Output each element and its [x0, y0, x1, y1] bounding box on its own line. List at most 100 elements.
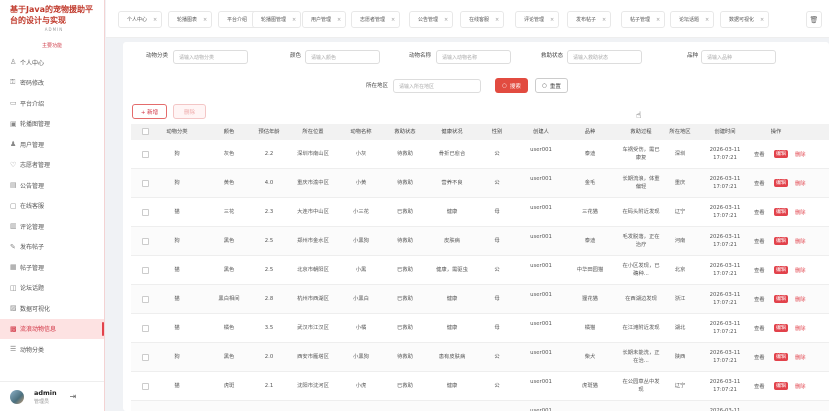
table-row[interactable]: 狗 黄色 4.0 重庆市渝中区 小黄 待救助 营养不良 公 user001 金毛 长期流浪，体重偏轻…	[131, 169, 829, 198]
tab-3[interactable]: 轮播图管理 ×	[252, 11, 302, 28]
edit-button[interactable]: 编辑	[774, 382, 789, 390]
table-row[interactable]: 狗 黑色 2.5 郑州市金水区 小黑狗 待救助 皮肤病 母 user001 泰迪 毛发脱落，正在治疗…	[131, 227, 829, 256]
view-button[interactable]: 查看	[754, 150, 765, 158]
edit-button[interactable]: 编辑	[774, 208, 789, 216]
view-button[interactable]: 查看	[754, 382, 765, 390]
edit-button[interactable]: 编辑	[774, 150, 789, 158]
tab-0[interactable]: 个人中心 ×	[118, 11, 163, 28]
add-button[interactable]: + 新增	[132, 104, 167, 119]
column-header[interactable]: 所在位置	[294, 128, 332, 136]
row-checkbox[interactable]	[142, 238, 149, 245]
avatar[interactable]	[10, 389, 24, 404]
view-button[interactable]: 查看	[754, 266, 765, 274]
close-icon[interactable]: ×	[203, 17, 207, 23]
row-checkbox[interactable]	[142, 180, 149, 187]
batch-delete-button[interactable]: 删除	[173, 104, 206, 119]
tab-10[interactable]: 帖子管理 ×	[621, 11, 666, 28]
tab-7[interactable]: 在线客服 ×	[460, 11, 505, 28]
column-header[interactable]: 性别	[485, 128, 509, 136]
sidebar-item-1[interactable]: ⚿ 密码修改	[0, 73, 104, 94]
table-row[interactable]: 狗棕色3.5南昌市东湖区老棕狗待救助白内障母user001腊犬年老，视力下降江西…	[131, 401, 829, 411]
delete-button[interactable]: 删除	[795, 295, 806, 303]
close-icon[interactable]: ×	[292, 17, 296, 23]
delete-button[interactable]: 删除	[795, 237, 806, 245]
close-icon[interactable]: ×	[391, 17, 395, 23]
column-header[interactable]: 创建人	[524, 128, 558, 136]
view-button[interactable]: 查看	[754, 295, 765, 303]
close-icon[interactable]: ×	[550, 17, 554, 23]
row-checkbox[interactable]	[142, 209, 149, 216]
edit-button[interactable]: 编辑	[774, 237, 789, 245]
column-header[interactable]: 颜色	[212, 128, 246, 136]
column-header[interactable]: 创建时间	[704, 128, 746, 136]
row-checkbox[interactable]	[142, 151, 149, 158]
close-icon[interactable]: ×	[153, 17, 157, 23]
table-row[interactable]: 狗 黑色 2.0 西安市雁塔区 小黑狗 待救助 患有皮肤病 公 user001 柴犬 长期未能洗，正…	[131, 343, 829, 372]
table-row[interactable]: 猫 三花 2.3 大连市中山区 小三花 已救助 健康 母 user001 三花猫 在码头附近发现 辽宁…	[131, 198, 829, 227]
row-checkbox[interactable]	[142, 383, 149, 390]
column-header[interactable]: 健康状况	[430, 128, 474, 136]
trash-icon[interactable]: 🗑	[806, 11, 822, 28]
table-row[interactable]: 猫 黑白相间 2.8 杭州市西湖区 小黑白 已救助 健康 母 user001 狸花猫 在西湖边发现 浙…	[131, 285, 829, 314]
row-checkbox[interactable]	[142, 354, 149, 361]
column-header[interactable]: 救助过程	[620, 128, 662, 136]
sidebar-item-2[interactable]: ▭ 平台介绍	[0, 93, 104, 114]
logout-icon[interactable]: ⇥	[70, 392, 77, 401]
row-checkbox[interactable]	[142, 267, 149, 274]
sidebar-item-11[interactable]: ◫ 论坛话题	[0, 278, 104, 299]
close-icon[interactable]: ×	[705, 17, 709, 23]
edit-button[interactable]: 编辑	[774, 353, 789, 361]
column-header[interactable]: 操作	[761, 128, 791, 136]
sidebar-item-9[interactable]: ✎ 发布帖子	[0, 237, 104, 258]
tab-1[interactable]: 轮播图表 ×	[168, 11, 213, 28]
tab-11[interactable]: 论坛话题 ×	[670, 11, 715, 28]
color-input[interactable]: 请输入颜色	[305, 50, 380, 64]
delete-button[interactable]: 删除	[795, 179, 806, 187]
delete-button[interactable]: 删除	[795, 353, 806, 361]
sidebar-item-12[interactable]: ▨ 数据可视化	[0, 298, 104, 319]
search-button[interactable]: ○ 搜索	[495, 78, 528, 93]
edit-button[interactable]: 编辑	[774, 179, 789, 187]
view-button[interactable]: 查看	[754, 237, 765, 245]
column-header[interactable]: 品种	[572, 128, 608, 136]
name-input[interactable]: 请输入动物名称	[436, 50, 511, 64]
reset-button[interactable]: ○ 重置	[535, 78, 568, 93]
table-row[interactable]: 猫 黑色 2.5 北京市朝阳区 小黑 已救助 健康，需驱虫 公 user001 中华田园猫 在小区发…	[131, 256, 829, 285]
close-icon[interactable]: ×	[495, 17, 499, 23]
tab-5[interactable]: 志愿者管理 ×	[351, 11, 401, 28]
status-input[interactable]: 请输入救助状态	[567, 50, 642, 64]
tab-6[interactable]: 公告管理 ×	[409, 11, 454, 28]
close-icon[interactable]: ×	[444, 17, 448, 23]
delete-button[interactable]: 删除	[795, 382, 806, 390]
row-checkbox[interactable]	[142, 325, 149, 332]
column-header[interactable]: 所在地区	[666, 128, 694, 136]
select-all-checkbox[interactable]	[142, 128, 149, 135]
delete-button[interactable]: 删除	[795, 208, 806, 216]
column-header[interactable]: 动物名称	[345, 128, 377, 136]
column-header[interactable]: 动物分类	[162, 128, 192, 136]
view-button[interactable]: 查看	[754, 179, 765, 187]
tab-9[interactable]: 发布帖子 ×	[567, 11, 612, 28]
column-header[interactable]: 预估年龄	[255, 128, 283, 136]
row-checkbox[interactable]	[142, 296, 149, 303]
close-icon[interactable]: ×	[602, 17, 606, 23]
sidebar-item-14[interactable]: ☰ 动物分类	[0, 339, 104, 360]
tab-4[interactable]: 用户管理 ×	[302, 11, 347, 28]
sidebar-item-3[interactable]: ▣ 轮播图管理	[0, 114, 104, 135]
close-icon[interactable]: ×	[656, 17, 660, 23]
breed-input[interactable]: 请输入品种	[701, 50, 776, 64]
edit-button[interactable]: 编辑	[774, 295, 789, 303]
close-icon[interactable]: ×	[337, 17, 341, 23]
edit-button[interactable]: 编辑	[774, 324, 789, 332]
sidebar-item-4[interactable]: ♟ 用户管理	[0, 134, 104, 155]
region-input[interactable]: 请输入所在地区	[393, 79, 481, 93]
sidebar-item-0[interactable]: ♙ 个人中心	[0, 52, 104, 73]
sidebar-item-13[interactable]: ▩ 流浪动物信息	[0, 318, 104, 339]
sidebar-item-6[interactable]: ▤ 公告管理	[0, 175, 104, 196]
view-button[interactable]: 查看	[754, 353, 765, 361]
view-button[interactable]: 查看	[754, 324, 765, 332]
tab-12[interactable]: 数据可视化 ×	[720, 11, 770, 28]
close-icon[interactable]: ×	[760, 17, 764, 23]
tab-8[interactable]: 评论管理 ×	[515, 11, 560, 28]
delete-button[interactable]: 删除	[795, 150, 806, 158]
